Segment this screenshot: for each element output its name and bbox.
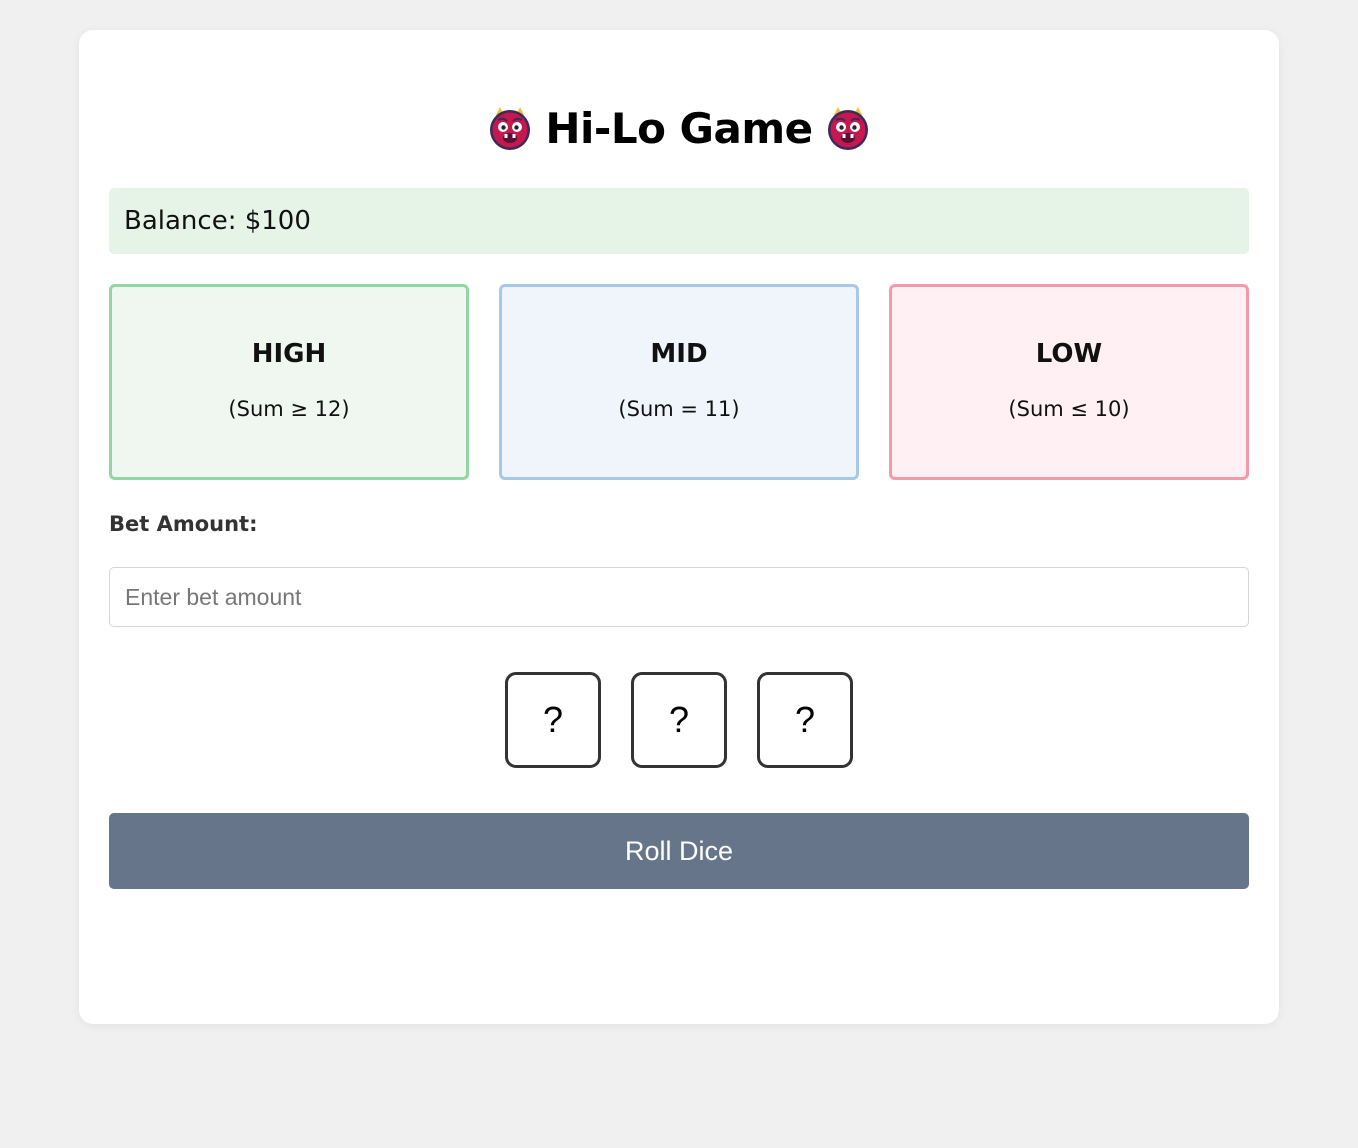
balance-display: Balance: $100 xyxy=(109,188,1249,254)
bet-amount-input[interactable] xyxy=(109,567,1249,627)
game-card: Hi-Lo Game Balance: $100 HIGH (Sum ≥ 12)… xyxy=(79,30,1279,1024)
page-title: Hi-Lo Game xyxy=(79,102,1279,154)
bet-options: HIGH (Sum ≥ 12) MID (Sum = 11) LOW (Sum … xyxy=(109,284,1249,480)
dice-row: ? ? ? xyxy=(79,672,1279,768)
bet-option-rule: (Sum ≥ 12) xyxy=(228,397,350,421)
die-1: ? xyxy=(505,672,601,768)
roll-dice-button[interactable]: Roll Dice xyxy=(109,813,1249,889)
title-text: Hi-Lo Game xyxy=(545,103,813,153)
bet-option-low[interactable]: LOW (Sum ≤ 10) xyxy=(889,284,1249,480)
die-3: ? xyxy=(757,672,853,768)
balance-text: Balance: $100 xyxy=(124,206,311,236)
bet-option-rule: (Sum = 11) xyxy=(618,397,740,421)
bet-option-name: MID xyxy=(650,339,708,369)
bet-option-name: LOW xyxy=(1035,339,1103,369)
bet-option-high[interactable]: HIGH (Sum ≥ 12) xyxy=(109,284,469,480)
ogre-icon xyxy=(490,107,531,150)
bet-amount-label: Bet Amount: xyxy=(109,512,258,536)
die-2: ? xyxy=(631,672,727,768)
ogre-icon xyxy=(827,107,868,150)
bet-option-rule: (Sum ≤ 10) xyxy=(1008,397,1130,421)
bet-option-mid[interactable]: MID (Sum = 11) xyxy=(499,284,859,480)
bet-option-name: HIGH xyxy=(251,339,327,369)
